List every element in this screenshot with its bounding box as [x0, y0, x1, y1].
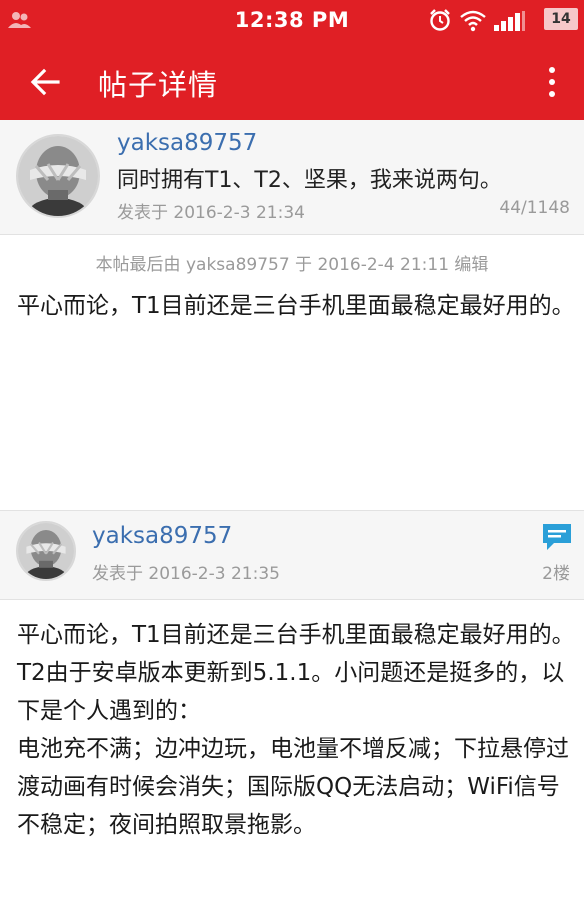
- post-time: 发表于 2016-2-3 21:35: [92, 564, 280, 584]
- author-name[interactable]: yaksa89757: [92, 523, 232, 549]
- more-vert-icon[interactable]: [546, 66, 558, 98]
- comment-icon[interactable]: [542, 523, 572, 551]
- post-body: 平心而论，T1目前还是三台手机里面最稳定最好用的。: [17, 293, 575, 319]
- edit-note: 本帖最后由 yaksa89757 于 2016-2-4 21:11 编辑: [95, 255, 489, 275]
- floor-number: 2楼: [542, 564, 570, 584]
- author-name[interactable]: yaksa89757: [117, 130, 257, 156]
- avatar[interactable]: [16, 521, 76, 581]
- reply-paragraph: 平心而论，T1目前还是三台手机里面最稳定最好用的。: [17, 622, 575, 648]
- battery-icon: 14: [544, 8, 578, 30]
- reply-paragraph: T2由于安卓版本更新到5.1.1。小问题还是挺多的，以下是个人遇到的：: [17, 660, 565, 724]
- status-bar: 12:38 PM 14: [0, 0, 584, 42]
- page-title: 帖子详情: [98, 68, 219, 102]
- reply-body: 平心而论，T1目前还是三台手机里面最稳定最好用的。 T2由于安卓版本更新到5.1…: [17, 616, 575, 844]
- back-arrow-icon[interactable]: [28, 65, 62, 99]
- alarm-icon: [428, 8, 452, 36]
- post-header: yaksa89757 同时拥有T1、T2、坚果，我来说两句。 发表于 2016-…: [0, 120, 584, 235]
- wifi-icon: [460, 10, 486, 36]
- avatar[interactable]: [16, 134, 100, 218]
- app-bar: 帖子详情: [0, 42, 584, 120]
- post-time: 发表于 2016-2-3 21:34: [117, 203, 305, 223]
- thread-title: 同时拥有T1、T2、坚果，我来说两句。: [117, 168, 502, 193]
- reply-paragraph: 电池充不满；边冲边玩，电池量不增反减；下拉悬停过渡动画有时候会消失；国际版QQ无…: [17, 736, 569, 838]
- reply-view-count: 44/1148: [499, 198, 570, 218]
- reply-header: yaksa89757 发表于 2016-2-3 21:35 2楼: [0, 510, 584, 600]
- signal-icon: [494, 11, 526, 35]
